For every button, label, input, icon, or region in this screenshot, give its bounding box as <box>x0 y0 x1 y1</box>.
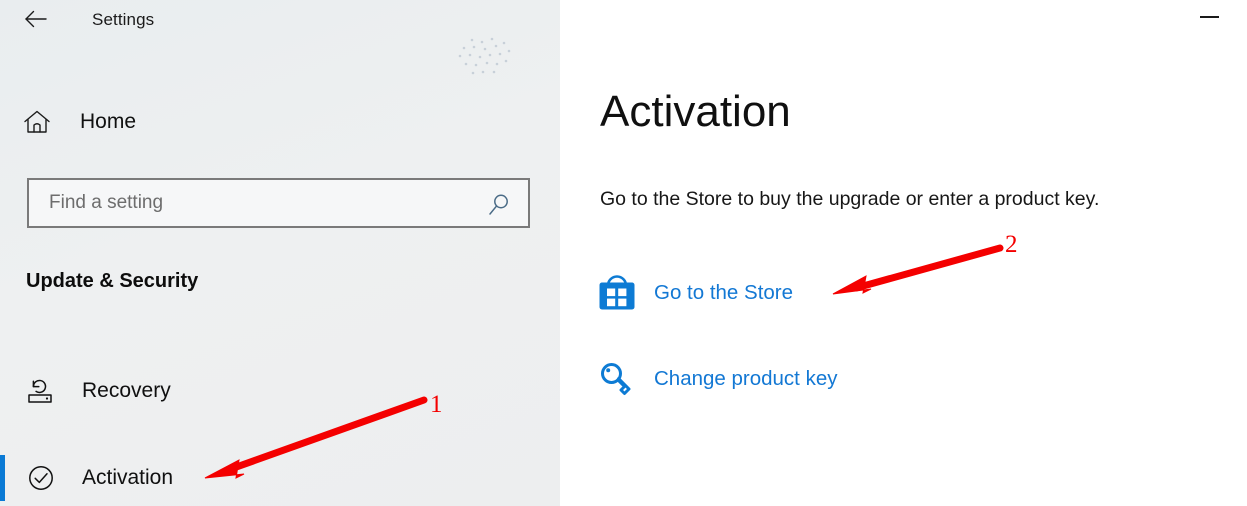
go-to-store-link[interactable]: Go to the Store <box>596 272 793 314</box>
change-product-key-link[interactable]: Change product key <box>596 358 837 400</box>
key-icon <box>596 358 638 400</box>
microsoft-store-icon <box>596 272 638 314</box>
sidebar: Settings Home Update & Security <box>0 0 560 506</box>
sidebar-item-activation[interactable]: Activation <box>0 453 560 503</box>
sidebar-item-recovery-label: Recovery <box>82 379 171 402</box>
app-title: Settings <box>92 10 155 29</box>
sidebar-item-home-label: Home <box>80 110 137 133</box>
sidebar-section-title: Update & Security <box>26 270 199 292</box>
annotation-number-1: 1 <box>430 391 443 418</box>
main-content: Activation Go to the Store to buy the up… <box>560 0 1247 506</box>
sidebar-item-home[interactable]: Home <box>22 103 136 141</box>
check-circle-icon <box>29 466 53 490</box>
settings-window: Settings Home Update & Security <box>0 0 1247 506</box>
back-arrow-icon[interactable] <box>22 6 50 32</box>
page-description: Go to the Store to buy the upgrade or en… <box>600 188 1100 210</box>
selection-accent-bar <box>0 455 5 501</box>
annotation-number-2: 2 <box>1005 231 1018 258</box>
search-box[interactable] <box>27 178 530 228</box>
go-to-store-label: Go to the Store <box>654 281 794 304</box>
search-input[interactable] <box>47 185 471 221</box>
sidebar-item-activation-label: Activation <box>82 466 174 489</box>
decorative-dot-pattern <box>458 37 511 75</box>
home-icon <box>24 110 50 133</box>
change-product-key-label: Change product key <box>654 367 838 390</box>
sidebar-item-recovery[interactable]: Recovery <box>0 366 560 416</box>
minimize-button[interactable] <box>1186 0 1232 34</box>
page-title: Activation <box>600 87 791 136</box>
search-icon[interactable] <box>486 192 512 218</box>
recovery-icon <box>28 379 52 403</box>
minimize-icon <box>1199 16 1219 18</box>
